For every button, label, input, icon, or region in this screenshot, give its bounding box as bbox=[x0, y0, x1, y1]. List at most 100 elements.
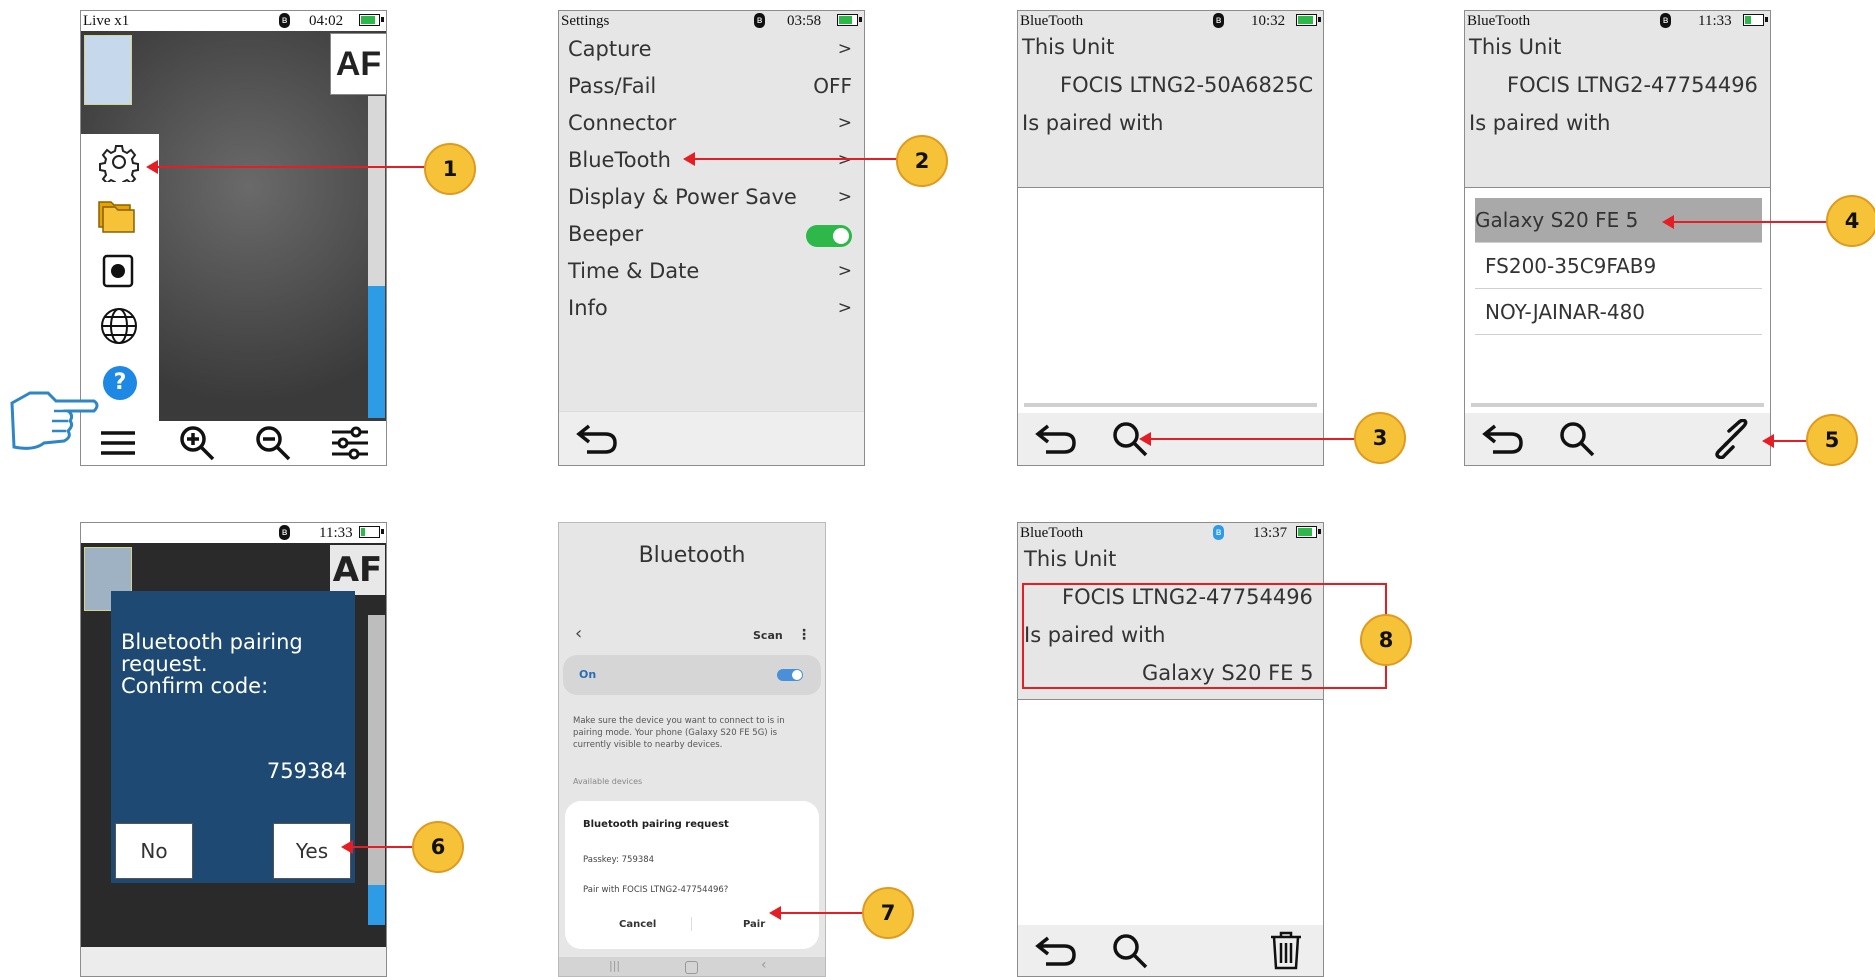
search-icon[interactable] bbox=[1110, 931, 1150, 971]
af-label: AF bbox=[332, 550, 383, 590]
chevron-right-icon: > bbox=[837, 150, 852, 170]
status-bar: BlueTooth ʙ 10:32 bbox=[1018, 11, 1323, 31]
scroll-level bbox=[368, 286, 385, 418]
arrow-head bbox=[1662, 215, 1674, 229]
no-button[interactable]: No bbox=[115, 823, 193, 879]
af-button[interactable]: AF bbox=[330, 545, 385, 595]
bottom-toolbar bbox=[1018, 925, 1323, 976]
menu-item-label: Beeper bbox=[568, 222, 644, 246]
device-list[interactable] bbox=[1018, 187, 1323, 414]
yes-button[interactable]: Yes bbox=[273, 823, 351, 879]
gear-icon[interactable] bbox=[99, 142, 139, 182]
menu-item-label: Info bbox=[568, 296, 608, 320]
paired-with-label: Is paired with bbox=[1022, 111, 1164, 135]
status-time: 04:02 bbox=[309, 13, 344, 29]
chevron-right-icon: > bbox=[837, 187, 852, 207]
callout-line bbox=[1768, 440, 1808, 442]
available-devices-label: Available devices bbox=[573, 777, 643, 786]
arrow-head bbox=[1762, 434, 1774, 448]
pairing-request-dialog: Bluetooth pairing request Passkey: 75938… bbox=[565, 801, 819, 949]
hand-pointer-icon bbox=[10, 391, 99, 450]
home-icon[interactable] bbox=[685, 961, 698, 974]
battery-icon bbox=[359, 14, 384, 26]
menu-item-display-power-save[interactable]: Display & Power Save > bbox=[568, 181, 852, 213]
unit-name: FOCIS LTNG2-50A6825C bbox=[1060, 73, 1314, 97]
af-button[interactable]: AF bbox=[330, 33, 386, 95]
bluetooth-toggle[interactable] bbox=[777, 669, 803, 681]
menu-item-capture[interactable]: Capture > bbox=[568, 33, 852, 65]
back-icon[interactable] bbox=[1481, 422, 1525, 456]
chevron-right-icon: > bbox=[837, 113, 852, 133]
thumbnail[interactable] bbox=[84, 35, 132, 105]
sliders-icon[interactable] bbox=[330, 425, 370, 461]
folder-icon[interactable] bbox=[97, 196, 141, 234]
globe-icon[interactable] bbox=[99, 306, 139, 346]
menu-item-label: Connector bbox=[568, 111, 677, 135]
recent-apps-icon[interactable]: ||| bbox=[609, 959, 620, 972]
zoom-out-icon[interactable] bbox=[253, 423, 293, 463]
help-glyph: ? bbox=[113, 370, 127, 395]
status-time: 13:37 bbox=[1253, 525, 1288, 541]
arrow-head bbox=[341, 840, 353, 854]
cancel-button[interactable]: Cancel bbox=[619, 919, 656, 930]
back-icon[interactable] bbox=[575, 422, 619, 456]
more-icon[interactable]: ⋮ bbox=[797, 627, 811, 643]
confirm-code: 759384 bbox=[266, 759, 347, 783]
back-icon[interactable] bbox=[1034, 422, 1078, 456]
status-time: 10:32 bbox=[1251, 13, 1286, 29]
list-item[interactable]: NOY-JAINAR-480 bbox=[1475, 290, 1762, 335]
callout-line bbox=[688, 158, 898, 160]
trash-icon[interactable] bbox=[1268, 929, 1304, 971]
menu-item-pass-fail[interactable]: Pass/Fail OFF bbox=[568, 70, 852, 102]
passkey-text: Passkey: 759384 bbox=[583, 855, 655, 865]
menu-item-bluetooth[interactable]: BlueTooth > bbox=[568, 144, 852, 176]
scrollbar[interactable] bbox=[1471, 403, 1764, 407]
menu-icon[interactable] bbox=[99, 427, 137, 459]
device-list[interactable] bbox=[1018, 699, 1323, 926]
side-menu: ? bbox=[81, 134, 159, 421]
bluetooth-on-row[interactable]: On bbox=[563, 655, 821, 695]
info-text: Make sure the device you want to connect… bbox=[573, 715, 785, 751]
nav-back-icon[interactable]: ‹ bbox=[761, 957, 767, 973]
scan-button[interactable]: Scan bbox=[753, 629, 783, 642]
scroll-track[interactable] bbox=[368, 615, 385, 925]
status-title: Settings bbox=[561, 13, 610, 29]
search-icon[interactable] bbox=[1557, 419, 1597, 459]
menu-item-info[interactable]: Info > bbox=[568, 292, 852, 324]
battery-icon bbox=[837, 14, 862, 26]
list-item[interactable]: FS200-35C9FAB9 bbox=[1475, 244, 1762, 289]
phone-nav-bar: ||| ‹ bbox=[559, 957, 825, 976]
back-icon[interactable] bbox=[1034, 934, 1078, 968]
menu-item-beeper[interactable]: Beeper bbox=[568, 218, 852, 250]
status-title: Live x1 bbox=[83, 13, 130, 29]
link-icon[interactable] bbox=[1711, 419, 1751, 459]
dialog-title: Bluetooth pairing request bbox=[583, 819, 729, 830]
scrollbar[interactable] bbox=[1024, 403, 1317, 407]
menu-item-time-date[interactable]: Time & Date > bbox=[568, 255, 852, 287]
this-unit-label: This Unit bbox=[1022, 35, 1115, 59]
yes-label: Yes bbox=[295, 839, 329, 863]
menu-item-value: OFF bbox=[813, 74, 852, 98]
status-bar: BlueTooth ʙ 13:37 bbox=[1018, 523, 1323, 543]
this-unit-label: This Unit bbox=[1469, 35, 1562, 59]
paired-with-label: Is paired with bbox=[1469, 111, 1611, 135]
record-icon[interactable] bbox=[102, 254, 134, 288]
beeper-toggle[interactable] bbox=[806, 225, 852, 247]
help-icon[interactable]: ? bbox=[103, 366, 137, 400]
panel-phone-bluetooth: Bluetooth ‹ Scan ⋮ On Make sure the devi… bbox=[558, 522, 826, 977]
bottom-toolbar bbox=[1465, 413, 1770, 465]
step-marker: 7 bbox=[862, 887, 914, 939]
menu-item-connector[interactable]: Connector > bbox=[568, 107, 852, 139]
step-marker: 5 bbox=[1806, 414, 1858, 466]
on-label: On bbox=[579, 668, 597, 681]
zoom-in-icon[interactable] bbox=[177, 423, 217, 463]
pairing-dialog: Bluetooth pairing request. Confirm code:… bbox=[111, 591, 355, 883]
pair-button[interactable]: Pair bbox=[743, 919, 765, 930]
battery-icon bbox=[359, 526, 384, 538]
callout-line bbox=[347, 846, 413, 848]
chevron-right-icon: > bbox=[837, 39, 852, 59]
chevron-right-icon: > bbox=[837, 298, 852, 318]
dialog-text: Bluetooth pairing request. Confirm code: bbox=[121, 631, 303, 697]
back-arrow-icon[interactable]: ‹ bbox=[575, 623, 582, 644]
status-bar: Live x1 ʙ 04:02 bbox=[81, 11, 386, 31]
